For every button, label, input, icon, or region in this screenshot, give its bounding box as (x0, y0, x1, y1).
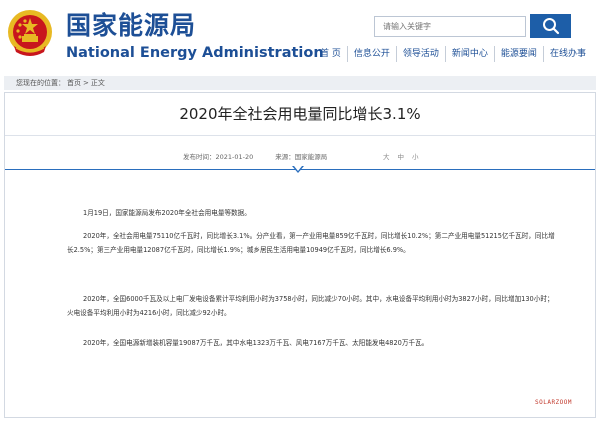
watermark: SOLARZOOM (535, 399, 573, 406)
title-divider (5, 135, 595, 136)
main-nav: 首 页 信息公开 领导活动 新闻中心 能源要闻 在线办事 (318, 46, 592, 62)
nav-item-home[interactable]: 首 页 (318, 46, 348, 62)
font-size-medium[interactable]: 中 (398, 153, 405, 161)
search-input[interactable] (374, 16, 526, 37)
divider-arrow-icon (292, 166, 304, 173)
search-button[interactable] (530, 14, 571, 38)
national-emblem-icon[interactable] (6, 8, 54, 58)
article-paragraph-2: 2020年，全社会用电量75110亿千瓦时，同比增长3.1%。分产业看，第一产业… (67, 232, 555, 254)
breadcrumb-prefix: 您现在的位置： (16, 79, 65, 87)
breadcrumb-separator: > (83, 79, 89, 87)
nav-item-info-disclosure[interactable]: 信息公开 (348, 46, 397, 62)
article-paragraph-3: 2020年，全国6000千瓦及以上电厂发电设备累计平均利用小时为3758小时，同… (67, 295, 554, 317)
publish-time: 发布时间：2021-01-20 (183, 153, 254, 161)
article-paragraph-1: 1月19日，国家能源局发布2020年全社会用电量等数据。 (83, 209, 251, 217)
article-paragraph-4: 2020年，全国电源新增装机容量19087万千瓦，其中水电1323万千瓦、风电7… (83, 339, 429, 347)
article-container: 2020年全社会用电量同比增长3.1% 发布时间：2021-01-20 来源：国家… (4, 92, 596, 418)
breadcrumb-home-link[interactable]: 首页 (67, 79, 81, 87)
nav-item-leader-activities[interactable]: 领导活动 (397, 46, 446, 62)
article-title: 2020年全社会用电量同比增长3.1% (179, 105, 421, 123)
nav-item-energy-news[interactable]: 能源要闻 (495, 46, 544, 62)
breadcrumb: 您现在的位置： 首页 > 正文 (4, 76, 596, 90)
article-meta: 发布时间：2021-01-20 来源：国家能源局 (183, 152, 349, 162)
nav-item-news-center[interactable]: 新闻中心 (446, 46, 495, 62)
font-size-small[interactable]: 小 (412, 153, 419, 161)
site-header: 国家能源局 National Energy Administration 首 页… (0, 0, 600, 66)
site-name-english[interactable]: National Energy Administration (66, 45, 324, 61)
font-size-control: 大中小 (383, 152, 427, 162)
nav-item-online-services[interactable]: 在线办事 (544, 46, 592, 62)
article-source: 来源：国家能源局 (275, 153, 328, 161)
site-name-chinese[interactable]: 国家能源局 (66, 11, 196, 41)
search-icon (543, 18, 560, 35)
breadcrumb-current: 正文 (90, 79, 105, 87)
font-size-large[interactable]: 大 (383, 153, 390, 161)
